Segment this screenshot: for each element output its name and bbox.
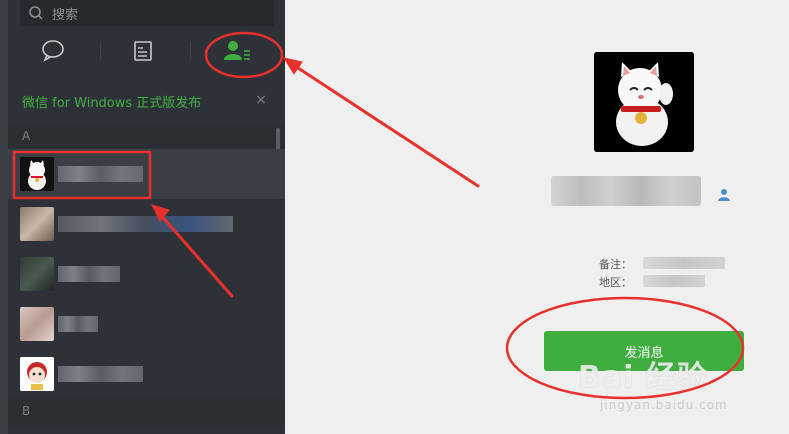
update-banner[interactable]: 微信 for Windows 正式版发布 × xyxy=(8,78,285,122)
contact-item[interactable] xyxy=(8,149,285,199)
section-letter: A xyxy=(22,129,31,143)
search-icon xyxy=(29,6,43,20)
nav-tabs xyxy=(8,26,285,76)
contact-name-blurred xyxy=(58,216,233,232)
tab-divider xyxy=(100,42,101,60)
banner-text: 微信 for Windows 正式版发布 xyxy=(22,96,202,111)
section-header-b: B xyxy=(8,399,285,425)
lucky-cat-icon xyxy=(594,52,694,152)
section-header-a: A xyxy=(8,124,285,148)
favorites-icon xyxy=(134,41,152,61)
contact-name-blurred xyxy=(58,366,143,382)
region-value-blurred xyxy=(643,275,705,287)
contacts-icon xyxy=(224,41,250,60)
tab-contacts[interactable] xyxy=(202,26,272,76)
baidu-watermark: Bai 经验 xyxy=(578,360,708,395)
close-icon[interactable]: × xyxy=(255,92,267,108)
contact-item[interactable] xyxy=(8,199,285,249)
remark-value-blurred xyxy=(643,257,725,269)
cartoon-avatar-icon xyxy=(20,357,54,391)
search-placeholder: 搜索 xyxy=(52,8,79,23)
search-box[interactable]: 搜索 xyxy=(20,0,274,26)
lucky-cat-icon xyxy=(20,157,54,191)
section-letter: B xyxy=(22,404,31,418)
avatar xyxy=(20,157,54,191)
region-label: 地区： xyxy=(599,276,632,289)
sidebar: 搜索 微信 for Windows 正式版发布 × A B xyxy=(8,0,285,434)
contact-detail-panel: 备注： 地区： 发消息 xyxy=(285,0,789,434)
contact-name-blurred xyxy=(58,166,143,182)
contact-item[interactable] xyxy=(8,249,285,299)
avatar xyxy=(20,307,54,341)
window-edge xyxy=(0,0,8,434)
baidu-watermark-url: jingyan.baidu.com xyxy=(600,398,728,412)
contact-item[interactable] xyxy=(8,299,285,349)
contact-name-blurred xyxy=(58,316,98,332)
tab-chat[interactable] xyxy=(18,26,88,76)
tab-favorites[interactable] xyxy=(108,26,178,76)
avatar xyxy=(20,357,54,391)
gender-icon xyxy=(718,189,730,201)
contact-name-blurred xyxy=(58,266,120,282)
profile-picture[interactable] xyxy=(594,52,694,152)
remark-label: 备注： xyxy=(599,258,632,271)
avatar xyxy=(20,207,54,241)
tab-divider xyxy=(190,42,191,60)
chat-icon xyxy=(42,40,64,62)
avatar xyxy=(20,257,54,291)
contact-name-blurred xyxy=(551,176,701,206)
contact-item[interactable] xyxy=(8,349,285,399)
